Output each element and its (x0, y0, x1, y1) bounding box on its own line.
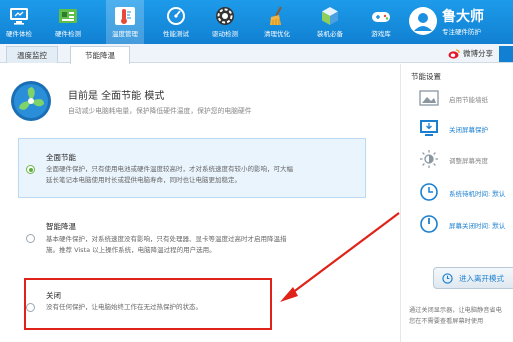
weibo-icon (448, 49, 460, 59)
option-title: 智能降温 (46, 222, 76, 231)
option-desc-line: 施。推荐 Vista 以上操作系统，电脑降温过程的用户选用。 (46, 246, 216, 254)
settings-panel: 节能设置 启用节能墙纸 关闭屏幕保护 调整屏幕亮度 系统待机时间: 默认 屏幕关… (400, 64, 513, 342)
mode-headline: 目前是 全面节能 模式 (68, 91, 165, 102)
panel-note-line: 通过关闭显示器，让电脑静音省电 (409, 307, 502, 314)
weibo-share-button[interactable]: 微博分享 (448, 47, 493, 60)
option-desc-line: 延长笔记本电脑使用时长或提供电脑寿命，同时也让电脑更加稳定。 (46, 176, 241, 184)
tab-temperature-monitor[interactable]: 温度监控 (6, 46, 58, 63)
monitor-download-icon (420, 120, 438, 136)
setting-brightness[interactable]: 调整屏幕亮度 (419, 149, 513, 171)
nav-item-hardware-check[interactable]: 硬件体检 (0, 0, 38, 44)
nav-item-games[interactable]: 游戏库 (362, 0, 400, 44)
setting-label: 启用节能墙纸 (449, 96, 488, 104)
brand-subtitle: 专注硬件防护 (442, 28, 481, 36)
nav-label: 硬件体检 (6, 30, 32, 38)
option-title: 全面节能 (46, 153, 76, 162)
enter-away-mode-button[interactable]: 进入离开模式 (433, 267, 513, 289)
clock-icon (420, 183, 438, 201)
mode-description: 自动减少电脑耗电量，保护降低硬件温度，保护您的电脑硬件 (68, 107, 252, 115)
nav-item-cleanup[interactable]: 清理优化 (258, 0, 296, 44)
panel-title: 节能设置 (411, 72, 441, 81)
setting-label: 系统待机时间: 默认 (449, 190, 506, 198)
setting-screen-off-time[interactable]: 屏幕关闭时间: 默认 (419, 214, 513, 236)
top-navigation: 硬件体检 硬件检测 温度管理 性能测试 驱动检测 清理优化 装机必备 游戏库 鲁… (0, 0, 513, 44)
brightness-icon (420, 150, 438, 168)
speedometer-icon (167, 7, 185, 25)
nav-item-temperature[interactable]: 温度管理 (106, 0, 144, 44)
thermometer-icon (115, 7, 135, 25)
nav-label: 游戏库 (371, 30, 391, 38)
nav-label: 清理优化 (264, 30, 290, 38)
cube-icon (322, 7, 338, 25)
setting-label: 关闭屏幕保护 (449, 126, 488, 134)
enter-button-label: 进入离开模式 (459, 274, 504, 283)
share-label: 微博分享 (463, 49, 493, 58)
fan-icon (11, 81, 51, 121)
tab-energy-saving[interactable]: 节能降温 (70, 46, 130, 64)
gear-icon (216, 7, 234, 25)
nav-label: 装机必备 (317, 30, 343, 38)
panel-note-line: 您在不需要查看屏幕时使用 (409, 318, 484, 325)
brand: 鲁大师 专注硬件防护 (408, 6, 513, 42)
nav-item-software[interactable]: 装机必备 (311, 0, 349, 44)
gamepad-icon (372, 12, 390, 22)
nav-label: 温度管理 (112, 30, 138, 38)
option-desc-line: 全面硬件保护，只有使用电池或硬件温度较高时，才对系统速度有较小的影响，可大幅 (46, 165, 293, 173)
monitor-icon (10, 8, 28, 25)
nav-label: 性能测试 (163, 30, 189, 38)
nav-label: 驱动检测 (212, 30, 238, 38)
nav-item-hardware-detect[interactable]: 硬件检测 (49, 0, 87, 44)
broom-icon (270, 6, 282, 25)
option-desc-line: 基本硬件保护，对系统速度没有影响，只有处理器、显卡等温度过高时才启用降温措 (46, 235, 287, 243)
setting-wallpaper[interactable]: 启用节能墙纸 (419, 88, 513, 110)
picture-icon (419, 90, 439, 106)
setting-label: 屏幕关闭时间: 默认 (449, 222, 506, 230)
tab-bar: 温度监控 节能降温 微博分享 (0, 44, 513, 64)
circuit-board-icon (59, 9, 77, 23)
nav-item-performance[interactable]: 性能测试 (157, 0, 195, 44)
radio-full-saving[interactable] (26, 165, 35, 174)
scroll-right-button[interactable] (499, 46, 513, 62)
setting-screensaver[interactable]: 关闭屏幕保护 (419, 118, 513, 140)
brand-title: 鲁大师 (442, 9, 484, 25)
nav-item-driver[interactable]: 驱动检测 (206, 0, 244, 44)
setting-label: 调整屏幕亮度 (449, 157, 488, 165)
power-icon (420, 215, 438, 233)
setting-standby-time[interactable]: 系统待机时间: 默认 (419, 182, 513, 204)
away-mode-icon (442, 273, 453, 284)
nav-label: 硬件检测 (55, 30, 81, 38)
app-window: 硬件体检 硬件检测 温度管理 性能测试 驱动检测 清理优化 装机必备 游戏库 鲁… (0, 0, 513, 342)
highlight-box (24, 278, 272, 330)
avatar-icon (409, 7, 437, 35)
radio-smart-cooling[interactable] (26, 234, 35, 243)
